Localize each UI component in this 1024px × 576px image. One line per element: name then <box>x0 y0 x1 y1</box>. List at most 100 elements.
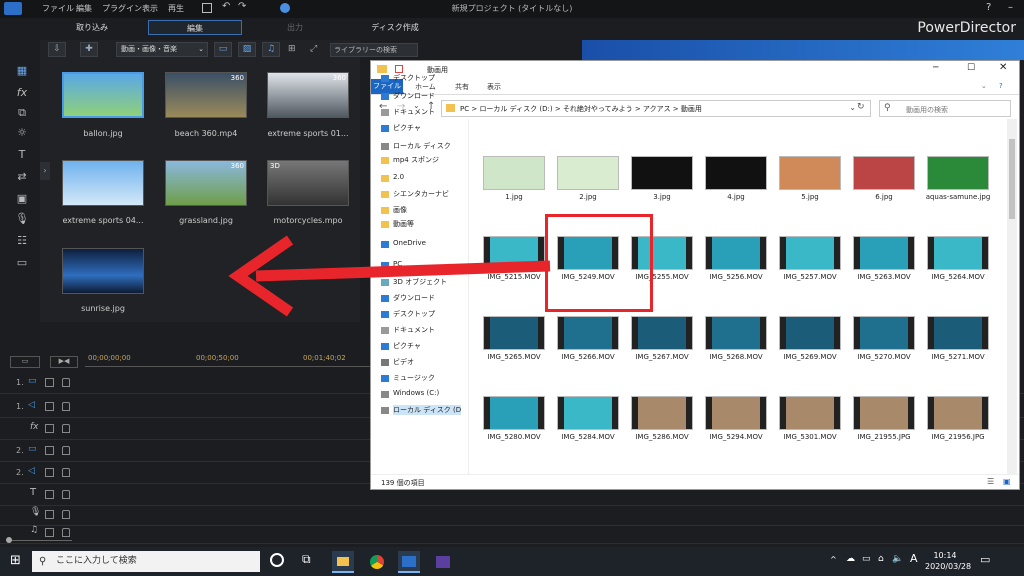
file-item[interactable]: IMG_5284.MOV <box>555 396 621 441</box>
file-item[interactable]: IMG_5294.MOV <box>703 396 769 441</box>
transition-icon[interactable]: ⇄ <box>14 170 30 186</box>
file-item[interactable]: IMG_5263.MOV <box>851 236 917 281</box>
storyboard-button[interactable]: ▶◀ <box>50 356 78 368</box>
breadcrumb-item[interactable]: ローカル ディスク (D:) <box>479 105 552 113</box>
file-item[interactable]: IMG_5270.MOV <box>851 316 917 361</box>
breadcrumb-item[interactable]: PC <box>460 105 469 113</box>
title-icon[interactable]: T <box>14 148 30 164</box>
nav-item[interactable]: ローカル ディスク <box>393 141 451 151</box>
nav-item[interactable]: Windows (C:) <box>393 389 439 397</box>
media-room-icon[interactable]: ▦ <box>14 64 30 80</box>
timeline-mode-button[interactable]: ▭ <box>10 356 40 368</box>
file-item[interactable]: IMG_5265.MOV <box>481 316 547 361</box>
file-item[interactable]: IMG_5264.MOV <box>925 236 991 281</box>
grid-view-icon[interactable]: ⊞ <box>288 44 296 54</box>
file-item[interactable]: IMG_21956.JPG <box>925 396 991 441</box>
expand-panel-icon[interactable]: › <box>40 162 50 180</box>
file-item[interactable]: IMG_5266.MOV <box>555 316 621 361</box>
network-icon[interactable]: ⌂ <box>878 554 884 564</box>
media-thumb[interactable] <box>62 160 144 206</box>
taskbar-search-input[interactable]: ⚲ ここに入力して検索 <box>32 551 260 572</box>
lock-icon[interactable] <box>62 402 70 411</box>
task-view-icon[interactable]: ⧉ <box>302 552 311 567</box>
refresh-icon[interactable]: ↻ <box>857 102 865 112</box>
minimize-icon[interactable]: ─ <box>933 63 938 73</box>
file-item[interactable]: IMG_5271.MOV <box>925 316 991 361</box>
filter-video-button[interactable]: ▭ <box>214 42 232 57</box>
file-item[interactable]: IMG_5280.MOV <box>481 396 547 441</box>
battery-icon[interactable]: ▭ <box>862 554 871 564</box>
notification-icon[interactable]: ▭ <box>980 553 990 566</box>
track-enable-checkbox[interactable] <box>45 446 54 455</box>
address-bar[interactable]: PC > ローカル ディスク (D:) > それ絶対やってみよう > アクアス … <box>441 100 871 117</box>
lock-icon[interactable] <box>62 446 70 455</box>
media-thumb[interactable]: 360 <box>165 160 247 206</box>
file-item[interactable]: IMG_5301.MOV <box>777 396 843 441</box>
library-filter-select[interactable]: 動画・画像・音楽 ⌄ <box>116 42 208 57</box>
track-enable-checkbox[interactable] <box>45 424 54 433</box>
windows-start-icon[interactable]: ⊞ <box>10 553 21 568</box>
nav-item[interactable]: ビデオ <box>393 357 414 367</box>
particle-icon[interactable]: ☼ <box>14 126 30 142</box>
nav-item[interactable]: ドキュメント <box>393 325 435 335</box>
file-item[interactable]: 3.jpg <box>629 156 695 201</box>
file-item[interactable]: 6.jpg <box>851 156 917 201</box>
nav-item[interactable]: シエンタカーナビ <box>393 189 449 199</box>
nav-item[interactable]: ミュージック <box>393 373 435 383</box>
media-thumb[interactable] <box>62 72 144 118</box>
media-thumb[interactable]: 360 <box>165 72 247 118</box>
track-enable-checkbox[interactable] <box>45 468 54 477</box>
help-icon[interactable]: ? <box>986 2 991 13</box>
filter-image-button[interactable]: ▨ <box>238 42 256 57</box>
clock[interactable]: 10:14 2020/03/28 <box>925 550 971 572</box>
explorer-taskbar-icon[interactable] <box>332 551 354 573</box>
lock-icon[interactable] <box>62 378 70 387</box>
file-item[interactable]: 4.jpg <box>703 156 769 201</box>
nav-item[interactable]: ピクチャ <box>393 341 421 351</box>
import-media-button[interactable]: ⇩ <box>48 42 66 57</box>
nav-item[interactable]: 動画等 <box>393 219 414 229</box>
large-icons-view-icon[interactable]: ▣ <box>1003 477 1011 486</box>
track-enable-checkbox[interactable] <box>45 510 54 519</box>
plugin-button[interactable]: ✚ <box>80 42 98 57</box>
pip-icon[interactable]: ⧉ <box>14 106 30 122</box>
file-item[interactable]: 5.jpg <box>777 156 843 201</box>
file-item[interactable]: IMG_5286.MOV <box>629 396 695 441</box>
track-enable-checkbox[interactable] <box>45 490 54 499</box>
filter-audio-button[interactable]: ♫ <box>262 42 280 57</box>
breadcrumb-item[interactable]: それ絶対やってみよう <box>563 105 633 113</box>
cortana-icon[interactable] <box>270 553 284 567</box>
zoom-slider[interactable] <box>4 537 84 543</box>
file-item[interactable]: 2.jpg <box>555 156 621 201</box>
lock-icon[interactable] <box>62 510 70 519</box>
nav-item[interactable]: デスクトップ <box>393 73 435 83</box>
microphone-icon[interactable]: 🎙 <box>14 212 30 228</box>
powerdirector-taskbar-icon[interactable] <box>398 551 420 573</box>
ribbon-tab-share[interactable]: 共有 <box>455 82 469 92</box>
properties-icon[interactable] <box>395 65 403 73</box>
file-item[interactable]: IMG_5268.MOV <box>703 316 769 361</box>
lock-icon[interactable] <box>62 528 70 537</box>
track-enable-checkbox[interactable] <box>45 378 54 387</box>
file-item[interactable]: aquas-samune.jpg <box>925 156 991 201</box>
expand-icon[interactable]: ⤢ <box>310 44 317 54</box>
close-icon[interactable]: ✕ <box>999 62 1007 73</box>
file-item[interactable]: IMG_5267.MOV <box>629 316 695 361</box>
nav-item[interactable]: 画像 <box>393 205 407 215</box>
nav-item[interactable]: ローカル ディスク (D <box>393 405 462 415</box>
tab-edit[interactable]: 編集 <box>148 20 242 35</box>
tab-output[interactable]: 出力 <box>250 20 340 35</box>
chapter-icon[interactable]: ☷ <box>14 234 30 250</box>
maximize-icon[interactable]: ☐ <box>967 63 975 73</box>
audio-app-icon[interactable] <box>432 551 454 573</box>
subtitle-icon[interactable]: ▭ <box>14 256 30 272</box>
volume-icon[interactable]: 🔈 <box>892 554 903 564</box>
lock-icon[interactable] <box>62 468 70 477</box>
audio-mix-icon[interactable]: ▣ <box>14 192 30 208</box>
help-icon[interactable]: ? <box>999 82 1003 90</box>
chevron-down-icon[interactable]: ⌄ <box>981 82 987 90</box>
fx-icon[interactable]: fx <box>14 86 30 102</box>
library-search-input[interactable]: ライブラリーの検索 <box>330 43 418 57</box>
media-thumb[interactable]: 3D <box>267 160 349 206</box>
file-item[interactable]: IMG_21955.JPG <box>851 396 917 441</box>
